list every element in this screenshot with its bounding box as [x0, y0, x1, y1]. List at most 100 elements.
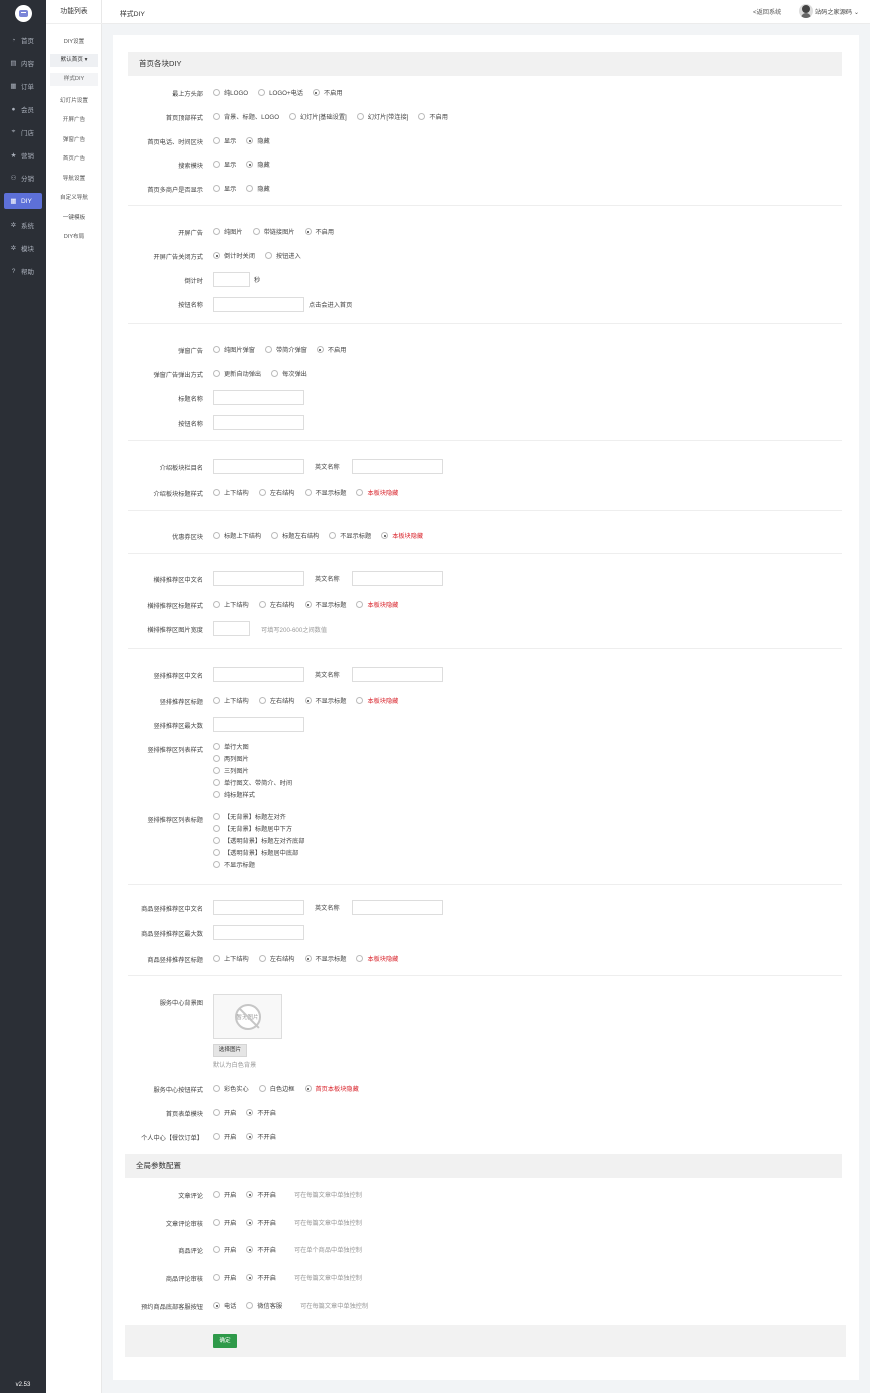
radio-option[interactable]: 不启用: [316, 345, 346, 354]
nav-item-diy[interactable]: ▦ DIY: [4, 193, 42, 209]
intro-en-name-input[interactable]: [352, 459, 443, 474]
radio-option[interactable]: 电话: [213, 1301, 236, 1310]
radio-option[interactable]: 不显示标题: [304, 696, 346, 705]
radio-option[interactable]: 两列图片: [213, 752, 292, 764]
radio-option[interactable]: 不开启: [246, 1218, 276, 1227]
radio-option[interactable]: 上下结构: [213, 696, 249, 705]
radio-option[interactable]: 【透明背景】标题居中底部: [213, 846, 304, 858]
radio-option[interactable]: 不显示标题: [329, 531, 371, 540]
radio-option[interactable]: 不开启: [246, 1108, 276, 1117]
sub-item-diy-layout[interactable]: DIY布局: [46, 232, 102, 240]
radio-option[interactable]: 彩色实心: [213, 1084, 249, 1093]
nav-item-modules[interactable]: ✲ 模块: [0, 240, 46, 256]
radio-option[interactable]: 带链接图片: [252, 227, 295, 236]
radio-option[interactable]: 更新自动弹出: [213, 369, 261, 378]
countdown-input[interactable]: [213, 272, 250, 287]
radio-option[interactable]: 开启: [213, 1218, 236, 1227]
radio-option[interactable]: 上下结构: [213, 954, 249, 963]
radio-option[interactable]: 左右结构: [258, 488, 295, 497]
radio-option[interactable]: 不开启: [246, 1273, 276, 1282]
radio-option[interactable]: 三列图片: [213, 764, 292, 776]
sub-item-splash-ad[interactable]: 开屏广告: [46, 115, 102, 123]
vrec-en-name-input[interactable]: [352, 667, 443, 682]
radio-option[interactable]: 不显示标题: [304, 488, 346, 497]
radio-option[interactable]: 上下结构: [213, 488, 249, 497]
radio-option[interactable]: 纯图片: [213, 227, 243, 236]
nav-item-members[interactable]: ● 会员: [0, 101, 46, 117]
goods-rec-cn-name-input[interactable]: [213, 900, 304, 915]
user-menu[interactable]: 站码之家源码 ⌄: [815, 7, 859, 16]
radio-option[interactable]: 左右结构: [258, 696, 295, 705]
radio-option[interactable]: LOGO+电话: [258, 88, 303, 97]
radio-option[interactable]: 标题上下结构: [213, 531, 261, 540]
goods-rec-en-name-input[interactable]: [352, 900, 443, 915]
radio-option[interactable]: 不显示标题: [304, 954, 346, 963]
radio-option[interactable]: 本板块隐藏: [381, 531, 423, 540]
radio-option[interactable]: 显示: [213, 136, 236, 145]
vrec-max-count-input[interactable]: [213, 717, 304, 732]
sub-item-slides[interactable]: 幻灯片设置: [46, 96, 102, 104]
radio-option[interactable]: 微信客服: [246, 1301, 282, 1310]
radio-option[interactable]: 幻灯片[基础设置]: [289, 112, 347, 121]
vrec-cn-name-input[interactable]: [213, 667, 304, 682]
radio-option[interactable]: 不启用: [312, 88, 343, 97]
radio-option[interactable]: 显示: [213, 160, 236, 169]
radio-option[interactable]: 背景、标题、LOGO: [213, 112, 279, 121]
radio-option[interactable]: 显示: [213, 184, 236, 193]
sub-item-style-diy[interactable]: 样式DIY: [50, 73, 98, 86]
intro-cn-name-input[interactable]: [213, 459, 304, 474]
radio-option[interactable]: 首页本板块隐藏: [304, 1084, 359, 1093]
radio-option[interactable]: 不启用: [418, 112, 448, 121]
radio-option[interactable]: 不开启: [246, 1190, 276, 1199]
radio-option[interactable]: 左右结构: [258, 954, 295, 963]
radio-option[interactable]: 白色边框: [258, 1084, 295, 1093]
sub-item-home-ad[interactable]: 首页广告: [46, 154, 102, 162]
nav-item-help[interactable]: ? 帮助: [0, 263, 46, 279]
radio-option[interactable]: 标题左右结构: [271, 531, 319, 540]
sub-item-nav-settings[interactable]: 导航设置: [46, 174, 102, 182]
radio-option[interactable]: 带简介弹窗: [264, 345, 307, 354]
radio-option[interactable]: 单行图文、带简介、时间: [213, 776, 292, 788]
nav-item-orders[interactable]: ▦ 订单: [0, 78, 46, 94]
radio-option[interactable]: 上下结构: [213, 600, 249, 609]
radio-option[interactable]: 按钮进入: [264, 251, 301, 260]
radio-option[interactable]: 本板块隐藏: [356, 600, 398, 609]
sub-item-custom-nav[interactable]: 自定义导航: [46, 193, 102, 201]
radio-option[interactable]: 不开启: [246, 1132, 276, 1141]
hrec-cn-name-input[interactable]: [213, 571, 304, 586]
radio-option[interactable]: 纯LOGO: [213, 88, 248, 97]
app-logo[interactable]: [15, 5, 32, 22]
radio-option[interactable]: 不启用: [304, 227, 334, 236]
sub-item-template[interactable]: 一键模板: [46, 213, 102, 221]
nav-item-distribution[interactable]: ⚇ 分销: [0, 170, 46, 186]
select-image-button[interactable]: 选择图片: [213, 1044, 247, 1057]
radio-option[interactable]: 倒计时关闭: [213, 251, 255, 260]
popup-title-input[interactable]: [213, 390, 304, 405]
splash-button-name-input[interactable]: [213, 297, 304, 312]
nav-item-content[interactable]: ▤ 内容: [0, 55, 46, 71]
radio-option[interactable]: 本板块隐藏: [356, 696, 398, 705]
nav-item-home[interactable]: ◔ 首页: [0, 32, 46, 48]
hrec-en-name-input[interactable]: [352, 571, 443, 586]
nav-item-marketing[interactable]: ★ 营销: [0, 147, 46, 163]
radio-option[interactable]: 本板块隐藏: [356, 954, 398, 963]
radio-option[interactable]: 【无背景】标题居中下方: [213, 822, 304, 834]
radio-option[interactable]: 不显示标题: [304, 600, 346, 609]
sub-item-diy-settings[interactable]: DIY设置: [46, 37, 102, 45]
radio-option[interactable]: 隐藏: [246, 160, 270, 169]
radio-option[interactable]: 开启: [213, 1245, 236, 1254]
radio-option[interactable]: 开启: [213, 1132, 236, 1141]
radio-option[interactable]: 【无背景】标题左对齐: [213, 810, 304, 822]
radio-option[interactable]: 开启: [213, 1190, 236, 1199]
sub-item-default-home[interactable]: 默认首页 ▾: [50, 54, 98, 67]
radio-option[interactable]: 左右结构: [258, 600, 295, 609]
avatar[interactable]: [799, 4, 813, 18]
submit-button[interactable]: 确定: [213, 1334, 237, 1348]
radio-option[interactable]: 隐藏: [246, 184, 270, 193]
hrec-image-width-input[interactable]: [213, 621, 250, 636]
radio-option[interactable]: 纯图片弹窗: [213, 345, 255, 354]
radio-option[interactable]: 单行大图: [213, 740, 292, 752]
radio-option[interactable]: 不显示标题: [213, 858, 304, 870]
sub-item-popup-ad[interactable]: 弹窗广告: [46, 135, 102, 143]
radio-option[interactable]: 幻灯片[带连接]: [356, 112, 408, 121]
